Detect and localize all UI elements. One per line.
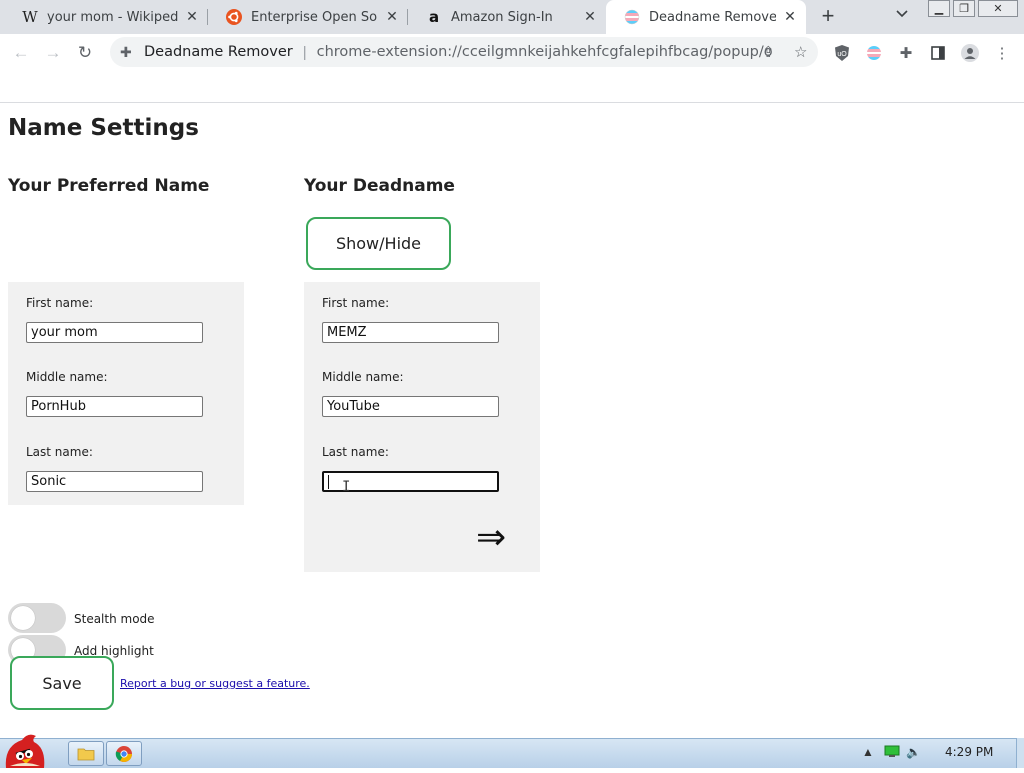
deadname-last-label: Last name: xyxy=(322,445,389,459)
ibeam-cursor-icon: I xyxy=(342,479,351,495)
extensions-puzzle-icon[interactable]: ✚ xyxy=(896,43,916,63)
page-title: Name Settings xyxy=(8,115,199,141)
report-bug-link[interactable]: Report a bug or suggest a feature. xyxy=(120,677,310,690)
close-tab-icon[interactable]: ✕ xyxy=(184,9,200,25)
stealth-mode-toggle[interactable] xyxy=(8,603,66,633)
tab-title: Deadname Remover Op xyxy=(649,9,776,25)
minimize-window-button[interactable]: ▁ xyxy=(928,0,950,17)
taskbar-chrome-icon[interactable] xyxy=(106,741,142,766)
start-button-angry-bird-icon[interactable] xyxy=(0,730,50,768)
tab-title: Amazon Sign-In xyxy=(451,9,553,25)
preferred-last-name-input[interactable]: Sonic xyxy=(26,471,203,492)
preferred-first-name-input[interactable]: your mom xyxy=(26,322,203,343)
site-name: Deadname Remover xyxy=(144,44,293,60)
tab-deadname-remover[interactable]: Deadname Remover Op ✕ xyxy=(606,0,806,34)
show-desktop-button[interactable] xyxy=(1016,738,1024,768)
tab-search-chevron-icon[interactable] xyxy=(896,7,908,21)
side-panel-icon[interactable] xyxy=(928,43,948,63)
tab-amazon[interactable]: a Amazon Sign-In ✕ xyxy=(408,0,606,34)
puzzle-piece-icon: ✚ xyxy=(120,43,132,60)
close-window-button[interactable]: ✕ xyxy=(978,0,1018,17)
url-text[interactable]: chrome-extension://cceilgmnkeijahkehfcgf… xyxy=(317,44,772,60)
deadname-first-label: First name: xyxy=(322,296,390,310)
more-menu-icon[interactable]: ⋮ xyxy=(992,43,1012,63)
svg-text:uO: uO xyxy=(837,51,847,58)
address-bar[interactable]: ✚ Deadname Remover | chrome-extension://… xyxy=(110,37,818,67)
close-tab-icon[interactable]: ✕ xyxy=(582,9,598,25)
wikipedia-icon: W xyxy=(22,8,38,26)
right-double-arrow-icon[interactable]: ⇒ xyxy=(476,518,506,558)
tab-title: Enterprise Open Source xyxy=(251,9,378,25)
network-icon[interactable] xyxy=(884,745,900,761)
tab-ubuntu[interactable]: Enterprise Open Source ✕ xyxy=(208,0,408,34)
deadname-middle-name-input[interactable]: YouTube xyxy=(322,396,499,417)
preferred-first-label: First name: xyxy=(26,296,94,310)
stealth-mode-label: Stealth mode xyxy=(74,612,155,626)
taskbar-explorer-folder-icon[interactable] xyxy=(68,741,104,766)
deadname-middle-label: Middle name: xyxy=(322,370,404,384)
volume-icon[interactable]: 🔈 xyxy=(906,745,921,759)
reload-icon[interactable]: ↻ xyxy=(74,42,96,64)
deadname-remover-extension-icon[interactable] xyxy=(864,43,884,63)
deadname-first-name-input[interactable]: MEMZ xyxy=(322,322,499,343)
show-hidden-icons-icon[interactable]: ▲ xyxy=(862,745,874,759)
preferred-middle-label: Middle name: xyxy=(26,370,108,384)
trans-flag-icon xyxy=(624,9,640,25)
forward-arrow-icon[interactable]: → xyxy=(42,42,64,64)
close-tab-icon[interactable]: ✕ xyxy=(782,9,798,25)
restore-window-button[interactable]: ❐ xyxy=(953,0,975,17)
ubuntu-icon xyxy=(226,9,242,25)
taskbar-clock[interactable]: 4:29 PM xyxy=(945,745,993,759)
profile-avatar-icon[interactable] xyxy=(960,43,980,63)
preferred-middle-name-input[interactable]: PornHub xyxy=(26,396,203,417)
toggle-knob xyxy=(11,606,35,630)
close-tab-icon[interactable]: ✕ xyxy=(384,9,400,25)
ublock-icon[interactable]: uO xyxy=(832,43,852,63)
share-icon[interactable]: ⇪ xyxy=(762,43,775,61)
tab-wikipedia[interactable]: W your mom - Wikipedia ✕ xyxy=(4,0,208,34)
amazon-icon: a xyxy=(428,8,440,26)
save-button[interactable]: Save xyxy=(10,656,114,710)
show-hide-button[interactable]: Show/Hide xyxy=(306,217,451,270)
tab-title: your mom - Wikipedia xyxy=(47,9,178,25)
preferred-name-heading: Your Preferred Name xyxy=(8,176,210,196)
text-caret xyxy=(328,475,329,489)
new-tab-button[interactable]: + xyxy=(816,4,840,28)
preferred-last-label: Last name: xyxy=(26,445,93,459)
back-arrow-icon[interactable]: ← xyxy=(10,42,32,64)
bookmark-star-icon[interactable]: ☆ xyxy=(794,43,807,61)
deadname-heading: Your Deadname xyxy=(304,176,455,196)
